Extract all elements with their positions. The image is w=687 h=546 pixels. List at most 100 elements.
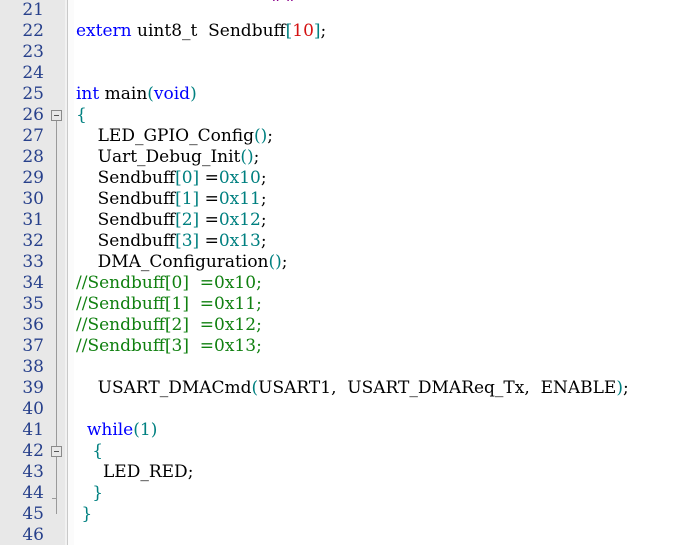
code-token: 0x11	[218, 189, 261, 209]
code-token: main	[99, 84, 148, 104]
fold-guide-line	[56, 273, 57, 294]
code-line[interactable]: LED_GPIO_Config();	[74, 126, 687, 147]
code-editor[interactable]: 21 22 23 24 25 26 27 28 29 30 31 32 33 34 35 36 37 38 39 40…	[0, 0, 687, 545]
code-token: {	[76, 105, 87, 125]
code-token: Uart_Debug_Init	[76, 147, 241, 167]
code-line[interactable]	[74, 399, 687, 420]
code-token: }	[76, 483, 104, 503]
code-line[interactable]: }	[74, 483, 687, 504]
line-number: 40	[22, 399, 44, 419]
code-token: )	[190, 84, 197, 104]
code-token: ;	[260, 189, 267, 209]
code-line[interactable]: DMA_Configuration();	[74, 252, 687, 273]
line-number: 23	[22, 42, 44, 62]
code-token: Sendbuff	[76, 189, 176, 209]
code-token: LED_RED	[76, 462, 188, 482]
fold-row	[48, 504, 65, 525]
line-number: 24	[22, 63, 44, 83]
fold-row	[48, 294, 65, 315]
line-number: 31	[22, 210, 44, 230]
code-token: ;	[260, 210, 267, 230]
code-line[interactable]	[74, 525, 687, 545]
code-token: LED_GPIO_Config	[76, 126, 255, 146]
fold-row	[48, 63, 65, 84]
code-line[interactable]: int main(void)	[74, 84, 687, 105]
code-token: {	[76, 441, 104, 461]
code-token: USART_DMACmd	[76, 378, 252, 398]
fold-row	[48, 399, 65, 420]
code-token: 0x10	[218, 168, 261, 188]
code-token: extern	[76, 21, 132, 41]
fold-row	[48, 147, 65, 168]
fold-collapse-box-icon[interactable]	[51, 110, 62, 121]
fold-row	[48, 126, 65, 147]
code-token: //Sendbuff[1] =0x11;	[76, 294, 262, 314]
line-number: 43	[22, 462, 44, 482]
code-token: ;	[281, 252, 288, 272]
code-line[interactable]: //Sendbuff[3] =0x13;	[74, 336, 687, 357]
fold-row	[48, 252, 65, 273]
fold-row	[48, 0, 65, 21]
line-number: 42	[22, 441, 44, 461]
code-line[interactable]: Sendbuff[0] =0x10;	[74, 168, 687, 189]
code-line[interactable]: //Sendbuff[0] =0x10;	[74, 273, 687, 294]
fold-end-cap-icon	[52, 498, 57, 499]
code-line[interactable]	[74, 357, 687, 378]
code-token: 3	[181, 231, 193, 251]
code-line[interactable]: while(1)	[74, 420, 687, 441]
code-token: }	[76, 504, 93, 524]
code-line[interactable]	[74, 63, 687, 84]
code-token: =	[199, 231, 219, 251]
code-text-area[interactable]: ## extern uint8_t Sendbuff[10]; int main…	[74, 0, 687, 545]
code-line[interactable]: Sendbuff[2] =0x12;	[74, 210, 687, 231]
code-token: ;	[260, 168, 267, 188]
code-token: ()	[268, 252, 282, 272]
fold-collapse-box-icon[interactable]	[51, 446, 62, 457]
fold-row	[48, 168, 65, 189]
line-number: 27	[22, 126, 44, 146]
code-line[interactable]: Sendbuff[3] =0x13;	[74, 231, 687, 252]
fold-row	[48, 21, 65, 42]
code-token: void	[153, 84, 191, 104]
code-token: ()	[240, 147, 254, 167]
code-line[interactable]: Uart_Debug_Init();	[74, 147, 687, 168]
code-line[interactable]: LED_RED;	[74, 462, 687, 483]
code-line[interactable]	[74, 42, 687, 63]
fold-row	[48, 315, 65, 336]
code-line[interactable]	[74, 0, 687, 21]
code-line[interactable]: }	[74, 504, 687, 525]
line-number: 30	[22, 189, 44, 209]
code-line[interactable]: //Sendbuff[1] =0x11;	[74, 294, 687, 315]
line-number: 28	[22, 147, 44, 167]
fold-row	[48, 357, 65, 378]
code-token: =	[199, 210, 219, 230]
code-line[interactable]: {	[74, 105, 687, 126]
fold-guide-line	[56, 252, 57, 273]
code-token: ;	[320, 21, 327, 41]
line-number: 46	[22, 525, 44, 545]
code-token: while	[86, 420, 134, 440]
code-line[interactable]: extern uint8_t Sendbuff[10];	[74, 21, 687, 42]
code-line[interactable]: {	[74, 441, 687, 462]
code-line[interactable]: Sendbuff[1] =0x11;	[74, 189, 687, 210]
code-token: 0x12	[218, 210, 261, 230]
code-token: 2	[181, 210, 193, 230]
line-number: 44	[22, 483, 44, 503]
code-line[interactable]: USART_DMACmd(USART1, USART_DMAReq_Tx, EN…	[74, 378, 687, 399]
code-token: ()	[254, 126, 268, 146]
code-line[interactable]: //Sendbuff[2] =0x12;	[74, 315, 687, 336]
code-token: uint8_t Sendbuff	[131, 21, 286, 41]
code-token: USART1, USART_DMAReq_Tx, ENABLE	[258, 378, 617, 398]
line-number: 35	[22, 294, 44, 314]
fold-guide-line	[56, 357, 57, 378]
line-number: 33	[22, 252, 44, 272]
fold-guide-line	[56, 294, 57, 315]
code-fold-gutter[interactable]	[48, 0, 65, 545]
code-token: [	[175, 189, 182, 209]
code-token: ;	[253, 147, 260, 167]
code-token: 10	[292, 21, 314, 41]
code-token: [	[175, 210, 182, 230]
code-token: )	[616, 378, 623, 398]
fold-guide-line	[56, 504, 57, 514]
fold-guide-line	[56, 336, 57, 357]
